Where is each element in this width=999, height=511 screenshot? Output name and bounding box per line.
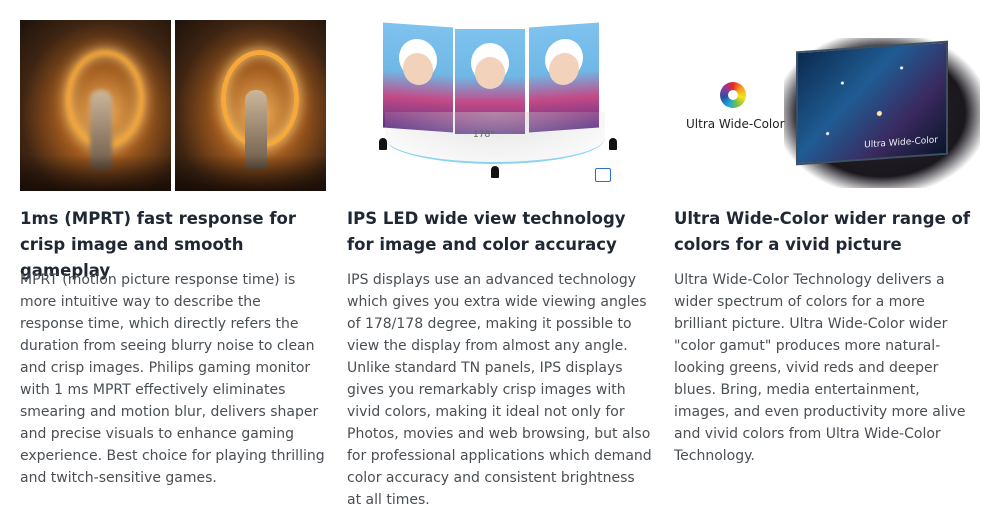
viewer-right-icon (609, 138, 617, 150)
viewer-left-icon (379, 138, 387, 150)
feature-description: MPRT (motion picture response time) is m… (20, 272, 325, 486)
feature-mprt: 1ms (MPRT) fast response for crisp image… (20, 20, 338, 486)
wide-viewing-angle-icon (595, 168, 611, 182)
feature-title: Ultra Wide-Color wider range of colors f… (674, 209, 971, 254)
feature-description: IPS displays use an advanced technology … (347, 272, 652, 508)
viewing-angle-label: 178° (473, 130, 495, 140)
blurred-gameplay-panel (20, 20, 171, 191)
ground-shade (175, 155, 326, 191)
color-wheel-icon (720, 82, 746, 108)
feature-title: IPS LED wide view technology for image a… (347, 209, 626, 254)
feature-ultra-wide-color: Ultra Wide-Color Ultra Wide-Color Ultra … (674, 20, 984, 464)
viewing-angle-arc (385, 112, 605, 164)
feature-description: Ultra Wide-Color Technology delivers a w… (674, 272, 966, 464)
ips-viewing-angle-image: 178° (373, 20, 665, 191)
ground-shade (20, 155, 171, 191)
child-face-graphic (403, 51, 433, 87)
child-face-graphic (475, 57, 505, 89)
ultra-wide-color-image: Ultra Wide-Color Ultra Wide-Color (674, 20, 984, 191)
feature-ips: 178° IPS LED wide view technology for im… (347, 20, 659, 508)
crisp-gameplay-panel (175, 20, 326, 191)
ultra-wide-color-logo-text: Ultra Wide-Color (686, 117, 785, 131)
child-face-graphic (549, 51, 579, 87)
monitor-display-graphic: Ultra Wide-Color (796, 40, 948, 166)
viewer-front-icon (491, 166, 499, 178)
mprt-comparison-image (20, 20, 326, 191)
